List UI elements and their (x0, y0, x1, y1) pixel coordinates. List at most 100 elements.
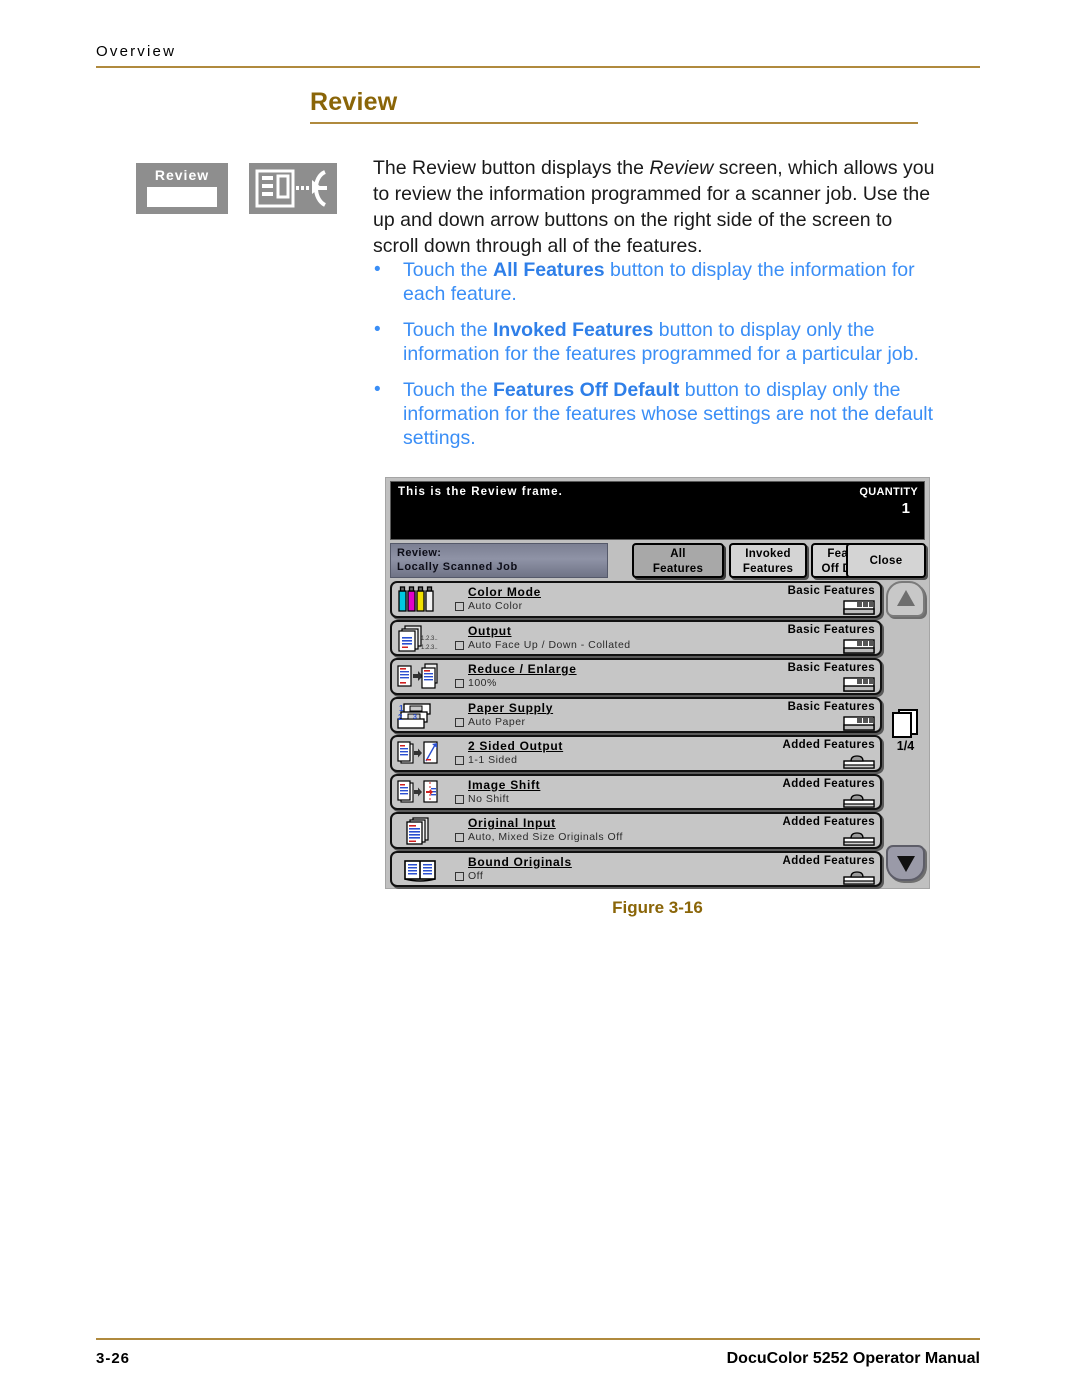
paper-trays-icon: 1 2 3 (396, 701, 440, 731)
bullet-marker: • (374, 319, 381, 340)
image-shift-icon (396, 778, 440, 808)
scroll-up-arrow-icon[interactable] (886, 581, 925, 617)
feature-value: No Shift (468, 792, 510, 805)
feature-value: 100% (468, 677, 497, 689)
tab-invoked-features-line2: Features (742, 563, 794, 575)
added-features-tab-icon (843, 793, 875, 808)
tab-all-features[interactable]: All Features (632, 543, 724, 578)
header-rule (96, 66, 980, 68)
added-features-tab-icon (843, 831, 875, 846)
feature-value: Auto, Mixed Size Originals Off (468, 831, 623, 843)
added-features-tab-icon (843, 754, 875, 769)
job-title-panel: Review: Locally Scanned Job (390, 543, 608, 578)
feature-category: Basic Features (787, 585, 875, 597)
bullet-bold: All Features (492, 259, 605, 281)
manual-title: DocuColor 5252 Operator Manual (726, 1350, 980, 1367)
feature-name: Bound Originals (468, 854, 572, 869)
tab-all-features-line2: Features (652, 563, 704, 575)
bullet-marker: • (374, 259, 381, 280)
bullet-bold: Features Off Default (492, 379, 680, 401)
svg-text:2: 2 (398, 713, 403, 722)
table-row[interactable]: 1.2.3.. 1.2.3.. Output Auto Face Up / Do… (390, 619, 882, 656)
page-indicator: 1/4 (896, 739, 915, 753)
list-item: • Touch the All Features button to displ… (373, 258, 948, 306)
running-head: Overview (96, 43, 177, 60)
tab-invoked-features[interactable]: Invoked Features (729, 543, 807, 578)
feature-checkbox (455, 717, 464, 727)
reduce-enlarge-icon (396, 662, 440, 692)
bullet-bold: Invoked Features (492, 319, 654, 341)
basic-features-tab-icon (843, 715, 875, 731)
job-title-line1: Review: (397, 547, 442, 559)
close-button[interactable]: Close (846, 543, 926, 578)
review-screen-figure: This is the Review frame. QUANTITY 1 Rev… (385, 477, 930, 889)
feature-checkbox (455, 756, 464, 765)
quantity-value: 1 (901, 500, 910, 517)
list-item: • Touch the Features Off Default button … (373, 378, 948, 450)
review-button-icon-label: Review (154, 167, 210, 183)
basic-features-tab-icon (843, 677, 875, 692)
feature-category: Basic Features (787, 700, 875, 713)
margin-icon-group: Review (136, 163, 338, 214)
feature-value: Auto Color (468, 600, 523, 612)
table-row[interactable]: Image Shift No Shift Added Features (390, 773, 882, 810)
review-button-icon: Review (136, 163, 228, 214)
table-row[interactable]: Bound Originals Off Added Features (390, 850, 882, 887)
feature-name: Output (468, 623, 512, 638)
feature-checkbox (455, 640, 464, 650)
feature-checkbox (455, 794, 464, 804)
feature-category: Basic Features (787, 623, 875, 636)
page-stack-icon (892, 709, 918, 738)
added-features-tab-icon (843, 870, 875, 885)
quantity-label: QUANTITY (859, 486, 918, 498)
close-button-label: Close (869, 555, 903, 567)
bullet-marker: • (374, 379, 381, 400)
bullet-pre: Touch the (403, 379, 493, 401)
feature-name: Paper Supply (468, 700, 554, 715)
table-row[interactable]: Reduce / Enlarge 100% Basic Features (390, 658, 882, 695)
tab-bar: Review: Locally Scanned Job All Features… (390, 543, 926, 578)
list-item: • Touch the Invoked Features button to d… (373, 318, 948, 366)
feature-category: Added Features (782, 739, 875, 751)
svg-text:3: 3 (413, 714, 417, 721)
table-row[interactable]: 2 Sided Output 1-1 Sided Added Features (390, 735, 882, 772)
bound-originals-icon (402, 855, 446, 885)
feature-checkbox (455, 871, 464, 881)
toner-bottles-icon (396, 585, 440, 615)
scroll-down-arrow-icon[interactable] (886, 845, 925, 881)
feature-value: Off (468, 869, 484, 882)
feature-name: Color Mode (468, 585, 541, 599)
tab-invoked-features-line1: Invoked (745, 548, 791, 560)
intro-italic: Review (649, 157, 714, 179)
review-button-icon-face (147, 187, 217, 207)
table-row[interactable]: Color Mode Auto Color Basic Features (390, 581, 882, 618)
table-row[interactable]: Original Input Auto, Mixed Size Original… (390, 812, 882, 849)
page-title: Review (310, 88, 398, 116)
feature-list: Color Mode Auto Color Basic Features 1.2… (390, 581, 882, 889)
document-review-icon (249, 163, 338, 214)
svg-text:1.2.3..: 1.2.3.. (421, 636, 438, 642)
two-sided-icon (396, 739, 440, 769)
feature-category: Basic Features (787, 662, 875, 674)
feature-category: Added Features (782, 854, 875, 867)
original-input-icon (402, 816, 446, 846)
intro-part1: The Review button displays the (373, 157, 650, 179)
bullet-pre: Touch the (403, 319, 493, 341)
bullet-list: • Touch the All Features button to displ… (373, 258, 948, 462)
figure-caption: Figure 3-16 (612, 898, 703, 917)
message-area: This is the Review frame. QUANTITY 1 (390, 481, 925, 540)
feature-value: Auto Paper (468, 715, 526, 728)
feature-name: Original Input (468, 816, 556, 830)
title-rule (310, 122, 918, 124)
feature-checkbox (455, 833, 464, 842)
page-stack-front (892, 712, 912, 738)
job-title-line2: Locally Scanned Job (397, 561, 518, 573)
bullet-pre: Touch the (403, 259, 493, 281)
feature-value: Auto Face Up / Down - Collated (468, 638, 631, 651)
basic-features-tab-icon (843, 600, 875, 615)
intro-paragraph: The Review button displays the Review sc… (373, 155, 943, 259)
basic-features-tab-icon (843, 638, 875, 654)
table-row[interactable]: 1 2 3 Paper Supply Auto Paper Basic Feat… (390, 696, 882, 733)
feature-checkbox (455, 602, 464, 611)
up-triangle-glyph (896, 590, 915, 606)
